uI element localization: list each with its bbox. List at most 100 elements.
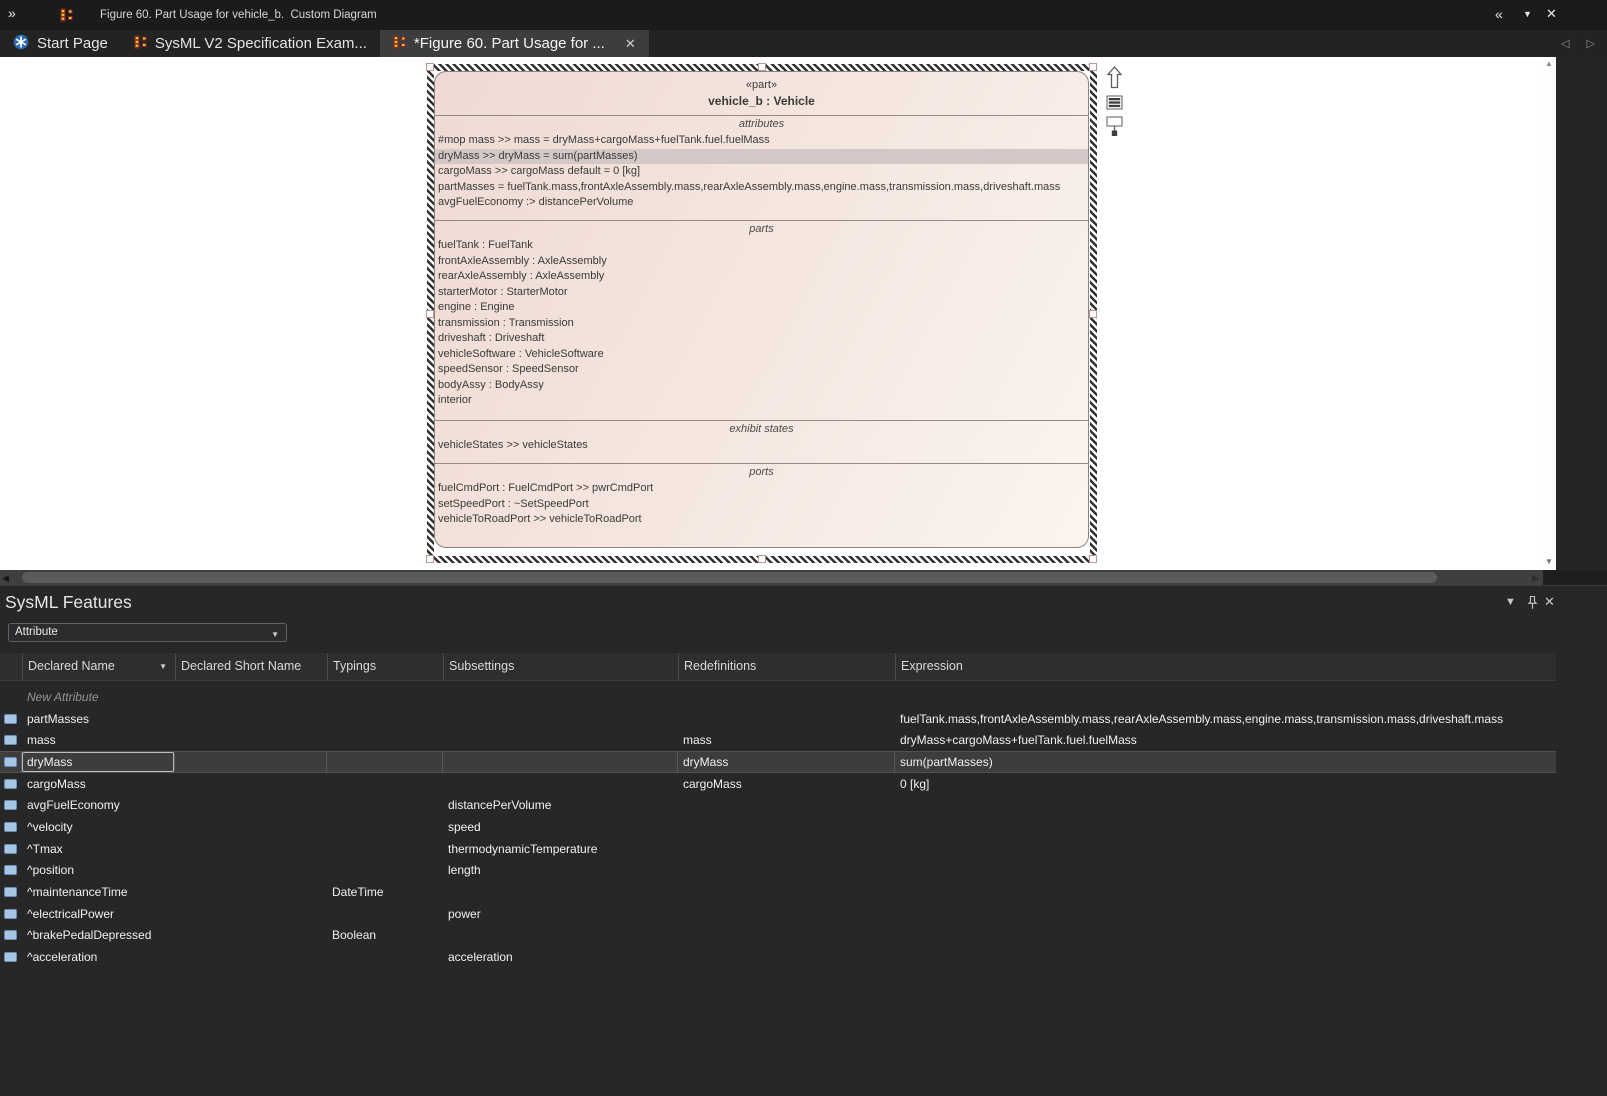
navigate-up-tool-icon[interactable] [1106, 66, 1123, 89]
table-row[interactable]: cargoMass cargoMass 0 [kg] [0, 773, 1556, 795]
cell-declared-name[interactable]: avgFuelEconomy [22, 794, 175, 816]
cell-declared-short-name[interactable] [175, 794, 327, 816]
cell-typings[interactable] [327, 794, 443, 816]
collapse-panel-icon[interactable]: « [1495, 6, 1503, 22]
scrollbar-thumb[interactable] [22, 572, 1437, 583]
diagram-feature-row[interactable]: setSpeedPort : ~SetSpeedPort [435, 497, 1088, 513]
diagram-feature-row[interactable]: transmission : Transmission [435, 316, 1088, 332]
cell-declared-short-name[interactable] [175, 729, 327, 751]
cell-declared-name[interactable]: ^Tmax [22, 838, 175, 860]
column-header-redefinitions[interactable]: Redefinitions [678, 653, 895, 680]
tab-figure-60-part-usage-for[interactable]: *Figure 60. Part Usage for ... ✕ [380, 30, 649, 57]
cell-declared-name[interactable]: ^brakePedalDepressed [22, 925, 175, 947]
column-header-typings[interactable]: Typings [327, 653, 443, 680]
cell-redefinitions[interactable] [678, 838, 895, 860]
cell-expression[interactable] [895, 838, 1556, 860]
diagram-canvas[interactable]: «part» vehicle_b : Vehicle attributes #m… [0, 57, 1556, 570]
cell-expression[interactable]: dryMass+cargoMass+fuelTank.fuel.fuelMass [895, 729, 1556, 751]
table-row[interactable]: partMasses fuelTank.mass,frontAxleAssemb… [0, 708, 1556, 730]
cell-declared-short-name[interactable] [175, 816, 327, 838]
part-node-vehicle-b[interactable]: «part» vehicle_b : Vehicle attributes #m… [434, 71, 1089, 548]
table-row[interactable]: ^maintenanceTime DateTime [0, 881, 1556, 903]
cell-redefinitions[interactable] [678, 925, 895, 947]
cell-redefinitions[interactable] [678, 816, 895, 838]
cell-subsettings[interactable]: length [443, 860, 678, 882]
diagram-feature-row[interactable]: vehicleToRoadPort >> vehicleToRoadPort [435, 512, 1088, 528]
diagram-feature-row[interactable]: avgFuelEconomy :> distancePerVolume [435, 195, 1088, 211]
resize-handle[interactable] [426, 63, 434, 71]
scroll-down-icon[interactable]: ▼ [1545, 557, 1553, 566]
tab-sysml-v2-specification-exam[interactable]: SysML V2 Specification Exam... [121, 30, 380, 57]
cell-typings[interactable] [327, 903, 443, 925]
panel-pin-icon[interactable] [1526, 595, 1539, 610]
feature-type-dropdown[interactable]: Attribute ▼ [8, 623, 287, 642]
nav-back-icon[interactable]: ◁ [1561, 38, 1569, 50]
resize-handle[interactable] [1089, 310, 1097, 318]
cell-typings[interactable]: DateTime [327, 881, 443, 903]
cell-expression[interactable] [895, 794, 1556, 816]
resize-handle[interactable] [1089, 555, 1097, 563]
cell-expression[interactable]: 0 [kg] [895, 773, 1556, 795]
cell-redefinitions[interactable] [678, 903, 895, 925]
resize-handle[interactable] [758, 63, 766, 71]
window-menu-icon[interactable]: ▼ [1523, 9, 1532, 19]
cell-expression[interactable] [895, 816, 1556, 838]
diagram-feature-row[interactable]: vehicleStates >> vehicleStates [435, 438, 1088, 454]
cell-declared-short-name[interactable] [175, 838, 327, 860]
table-row[interactable]: ^electricalPower power [0, 903, 1556, 925]
diagram-feature-row[interactable]: partMasses = fuelTank.mass,frontAxleAsse… [435, 180, 1088, 196]
cell-typings[interactable] [327, 838, 443, 860]
diagram-feature-row[interactable]: engine : Engine [435, 300, 1088, 316]
scroll-right-icon[interactable]: ▶ [1532, 573, 1539, 584]
diagram-feature-row[interactable]: dryMass >> dryMass = sum(partMasses) [435, 149, 1088, 165]
cell-expression[interactable]: sum(partMasses) [895, 752, 1556, 772]
cell-declared-name[interactable]: mass [22, 729, 175, 751]
table-row[interactable]: ^brakePedalDepressed Boolean [0, 925, 1556, 947]
cell-declared-name[interactable]: ^acceleration [22, 946, 175, 968]
new-attribute-placeholder[interactable]: New Attribute [22, 686, 175, 708]
column-header-expression[interactable]: Expression [895, 653, 1556, 680]
diagram-feature-row[interactable]: fuelTank : FuelTank [435, 238, 1088, 254]
cell-subsettings[interactable] [443, 925, 678, 947]
new-attribute-row[interactable]: New Attribute [0, 686, 1556, 708]
cell-redefinitions[interactable]: dryMass [678, 752, 895, 772]
diagram-feature-row[interactable]: interior [435, 393, 1088, 409]
table-row[interactable]: avgFuelEconomy distancePerVolume [0, 794, 1556, 816]
resize-handle[interactable] [1089, 63, 1097, 71]
cell-redefinitions[interactable] [678, 881, 895, 903]
cell-redefinitions[interactable] [678, 946, 895, 968]
cell-declared-short-name[interactable] [175, 752, 327, 772]
table-row[interactable]: mass mass dryMass+cargoMass+fuelTank.fue… [0, 729, 1556, 751]
column-header-declared-short-name[interactable]: Declared Short Name [175, 653, 327, 680]
cell-declared-name[interactable]: ^maintenanceTime [22, 881, 175, 903]
cell-typings[interactable] [327, 860, 443, 882]
horizontal-scrollbar[interactable]: ◀ ▶ [0, 570, 1543, 585]
cell-declared-short-name[interactable] [175, 708, 327, 730]
diagram-feature-row[interactable]: vehicleSoftware : VehicleSoftware [435, 347, 1088, 363]
cell-expression[interactable] [895, 925, 1556, 947]
cell-redefinitions[interactable]: cargoMass [678, 773, 895, 795]
cell-expression[interactable] [895, 860, 1556, 882]
cell-subsettings[interactable] [443, 773, 678, 795]
nav-forward-icon[interactable]: ▷ [1587, 38, 1595, 50]
table-row[interactable]: ^position length [0, 860, 1556, 882]
cell-redefinitions[interactable] [678, 860, 895, 882]
diagram-feature-row[interactable]: fuelCmdPort : FuelCmdPort >> pwrCmdPort [435, 481, 1088, 497]
tab-close-icon[interactable]: ✕ [625, 36, 636, 52]
tab-start-page[interactable]: Start Page [0, 30, 121, 57]
cell-redefinitions[interactable] [678, 708, 895, 730]
port-tool-icon[interactable] [1106, 116, 1123, 137]
cell-subsettings[interactable]: power [443, 903, 678, 925]
diagram-feature-row[interactable]: #mop mass >> mass = dryMass+cargoMass+fu… [435, 133, 1088, 149]
cell-typings[interactable] [327, 708, 443, 730]
diagram-feature-row[interactable]: rearAxleAssembly : AxleAssembly [435, 269, 1088, 285]
cell-declared-short-name[interactable] [175, 773, 327, 795]
cell-expression[interactable] [895, 946, 1556, 968]
diagram-feature-row[interactable]: driveshaft : Driveshaft [435, 331, 1088, 347]
panel-close-icon[interactable]: ✕ [1544, 594, 1555, 610]
toolbar-overflow-icon[interactable]: » [8, 5, 16, 21]
cell-declared-name[interactable]: ^position [22, 860, 175, 882]
cell-declared-short-name[interactable] [175, 903, 327, 925]
cell-declared-name[interactable]: ^velocity [22, 816, 175, 838]
cell-declared-short-name[interactable] [175, 881, 327, 903]
